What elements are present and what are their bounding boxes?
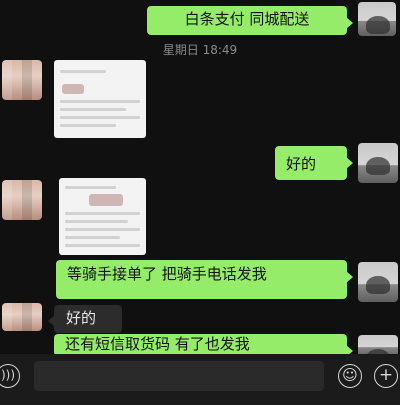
- my-avatar[interactable]: [358, 2, 396, 36]
- contact-avatar[interactable]: [2, 60, 42, 100]
- my-avatar[interactable]: [358, 143, 398, 183]
- plus-icon[interactable]: +: [374, 364, 398, 388]
- message-bubble-outgoing[interactable]: 好的: [275, 146, 353, 180]
- message-bubble-outgoing[interactable]: 还有短信取货码 有了也发我: [54, 334, 353, 357]
- message-text: 等骑手接单了 把骑手电话发我: [67, 265, 267, 283]
- chat-timestamp: 星期日 18:49: [162, 43, 238, 57]
- my-avatar[interactable]: [358, 262, 398, 302]
- message-text: 还有短信取货码 有了也发我: [65, 335, 250, 353]
- message-input[interactable]: [34, 361, 324, 391]
- contact-avatar[interactable]: [2, 303, 42, 331]
- message-bubble-incoming[interactable]: 好的: [48, 305, 122, 333]
- message-text: 白条支付 同城配送: [184, 10, 310, 28]
- message-text: 好的: [66, 309, 97, 327]
- message-text: 好的: [286, 155, 317, 173]
- message-bubble-outgoing[interactable]: 白条支付 同城配送: [147, 6, 353, 35]
- image-message[interactable]: [59, 178, 146, 255]
- emoji-icon[interactable]: ☺: [338, 364, 362, 388]
- message-bubble-outgoing[interactable]: 等骑手接单了 把骑手电话发我: [56, 260, 353, 299]
- image-message[interactable]: [54, 60, 146, 138]
- voice-icon[interactable]: ))): [0, 364, 20, 388]
- chat-input-bar: ))) ☺ +: [0, 354, 400, 405]
- contact-avatar[interactable]: [2, 180, 42, 220]
